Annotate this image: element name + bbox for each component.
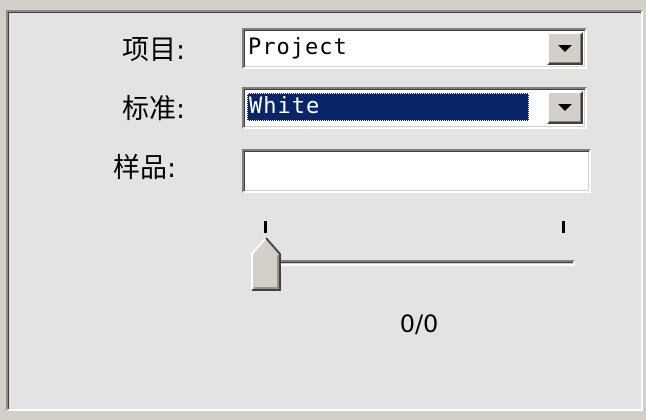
standard-combobox-value: White: [247, 93, 529, 121]
slider-readout: 0/0: [399, 310, 439, 338]
project-label: 项目:: [122, 35, 186, 66]
chevron-down-icon: [558, 104, 572, 111]
settings-panel: [6, 10, 643, 411]
standard-label: 标准:: [122, 94, 186, 125]
sample-input[interactable]: [242, 149, 591, 193]
standard-combobox[interactable]: White: [242, 87, 587, 129]
chevron-down-icon: [558, 45, 572, 52]
project-combobox[interactable]: Project: [242, 28, 587, 69]
standard-dropdown-button[interactable]: [547, 91, 583, 124]
sample-label: 样品:: [113, 153, 177, 184]
slider-track[interactable]: [262, 260, 575, 266]
project-combobox-value: Project: [248, 35, 348, 60]
project-dropdown-button[interactable]: [547, 32, 583, 65]
slider-thumb[interactable]: [251, 236, 281, 291]
slider-tick-min: [264, 221, 267, 233]
slider-tick-max: [562, 221, 565, 233]
